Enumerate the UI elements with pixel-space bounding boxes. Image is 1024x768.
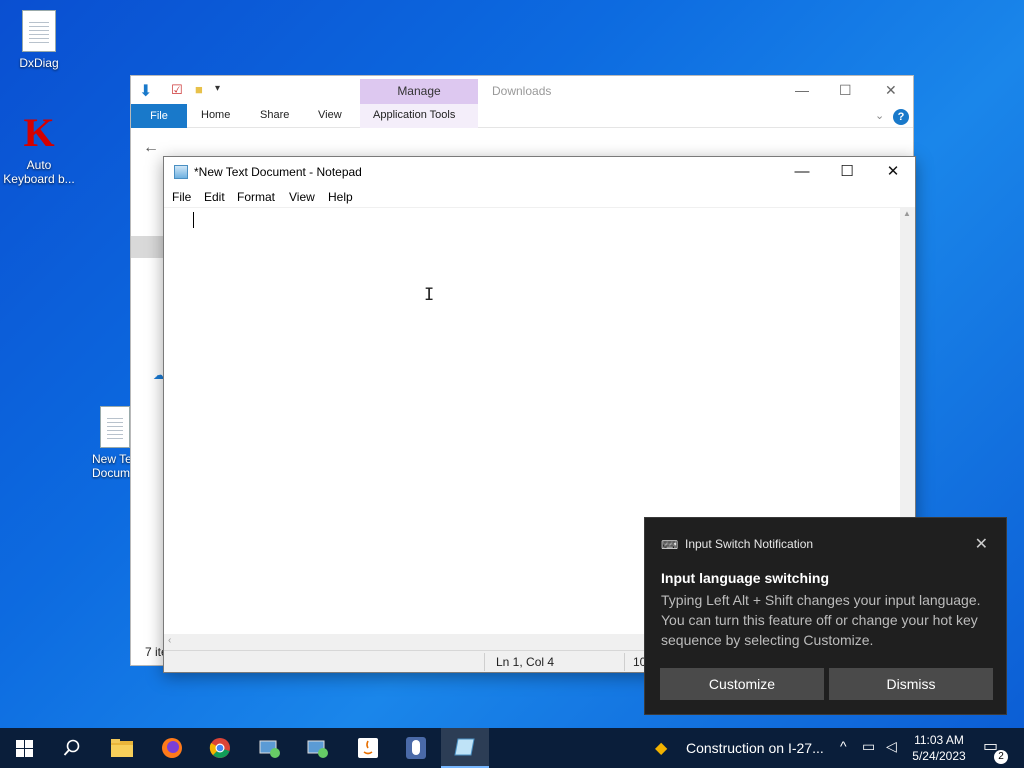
notepad-titlebar: *New Text Document - Notepad — ☐ ✕ bbox=[164, 157, 915, 187]
close-icon[interactable]: ✕ bbox=[975, 534, 988, 554]
tab-application-tools[interactable]: Application Tools bbox=[373, 109, 455, 121]
text-caret bbox=[193, 212, 194, 228]
dropdown-icon[interactable]: ▾ bbox=[215, 83, 220, 94]
clock-date: 5/24/2023 bbox=[912, 749, 966, 763]
start-icon[interactable] bbox=[0, 728, 48, 768]
chevron-down-icon[interactable]: ⌄ bbox=[875, 109, 884, 122]
volume-muted-icon[interactable]: ◁ bbox=[886, 738, 897, 755]
window-title: Downloads bbox=[492, 84, 552, 98]
folder-icon[interactable]: ■ bbox=[195, 82, 203, 97]
desktop-icon-dxdiag[interactable]: DxDiag bbox=[1, 10, 77, 70]
properties-icon[interactable]: ☑ bbox=[171, 82, 183, 98]
close-icon[interactable]: ✕ bbox=[885, 82, 897, 99]
chevron-up-icon[interactable]: ^ bbox=[840, 738, 847, 754]
scroll-left-icon[interactable]: ‹ bbox=[168, 635, 171, 646]
notification-count-badge: 2 bbox=[994, 750, 1008, 764]
close-button[interactable]: ✕ bbox=[870, 157, 916, 187]
network-icon[interactable]: ▭ bbox=[862, 738, 875, 755]
back-arrow-icon[interactable]: ← bbox=[143, 139, 159, 157]
notepad-menubar: File Edit Format View Help bbox=[164, 187, 915, 207]
weather-news-widget[interactable]: Construction on I-27... bbox=[686, 740, 824, 756]
desktop-icon-label: Auto Keyboard b... bbox=[3, 158, 75, 186]
tab-view[interactable]: View bbox=[318, 109, 342, 121]
minimize-icon[interactable]: — bbox=[795, 82, 809, 98]
scroll-up-icon[interactable]: ▲ bbox=[903, 209, 911, 218]
taskbar: ◆ Construction on I-27... ^ ▭ ◁ 11:03 AM… bbox=[0, 728, 1024, 768]
keyboard-icon: ⌨ bbox=[661, 538, 679, 552]
file-explorer-icon[interactable] bbox=[98, 728, 146, 768]
menu-view[interactable]: View bbox=[289, 190, 315, 204]
tab-home[interactable]: Home bbox=[201, 109, 230, 121]
maximize-icon[interactable]: ☐ bbox=[839, 82, 852, 99]
document-icon bbox=[22, 10, 56, 52]
search-icon[interactable] bbox=[48, 728, 96, 768]
minimize-button[interactable]: — bbox=[779, 157, 825, 187]
desktop-icon-label: DxDiag bbox=[19, 56, 59, 70]
tab-file[interactable]: File bbox=[131, 104, 187, 128]
tab-manage[interactable]: Manage bbox=[360, 79, 478, 104]
app-icon[interactable] bbox=[246, 728, 294, 768]
menu-format[interactable]: Format bbox=[237, 190, 275, 204]
explorer-ribbon: File Home Share View Application Tools ⌄ bbox=[131, 104, 913, 128]
notepad-icon bbox=[174, 165, 188, 179]
dismiss-button[interactable]: Dismiss bbox=[829, 668, 993, 700]
clock-time: 11:03 AM bbox=[914, 733, 964, 747]
construction-warning-icon[interactable]: ◆ bbox=[655, 738, 667, 758]
help-icon[interactable]: ? bbox=[893, 109, 909, 125]
notification-app-name: Input Switch Notification bbox=[685, 537, 814, 551]
document-icon bbox=[100, 406, 130, 448]
menu-file[interactable]: File bbox=[172, 190, 191, 204]
desktop-icon-auto-keyboard[interactable]: K Auto Keyboard b... bbox=[1, 110, 77, 187]
menu-help[interactable]: Help bbox=[328, 190, 353, 204]
menu-edit[interactable]: Edit bbox=[204, 190, 225, 204]
desktop-icon-label: New Te Docum bbox=[92, 452, 132, 480]
mouse-icon[interactable] bbox=[392, 728, 440, 768]
customize-button[interactable]: Customize bbox=[660, 668, 824, 700]
cursor-position: Ln 1, Col 4 bbox=[496, 655, 555, 669]
tab-share[interactable]: Share bbox=[260, 109, 289, 121]
k-logo-icon: K bbox=[23, 110, 55, 155]
firefox-icon[interactable] bbox=[148, 728, 196, 768]
input-switch-notification[interactable]: ⌨ Input Switch Notification ✕ Input lang… bbox=[644, 517, 1007, 715]
nav-selected-item bbox=[131, 236, 165, 258]
notepad-icon[interactable] bbox=[441, 728, 489, 768]
notification-body: Typing Left Alt + Shift changes your inp… bbox=[661, 592, 981, 648]
notification-heading: Input language switching bbox=[661, 570, 829, 586]
desktop-icon-new-text-document[interactable]: New Te Docum bbox=[78, 406, 138, 480]
notepad-title: *New Text Document - Notepad bbox=[194, 165, 362, 179]
maximize-button[interactable]: ☐ bbox=[824, 157, 870, 187]
system-clock[interactable]: 11:03 AM 5/24/2023 bbox=[906, 732, 972, 764]
ibeam-cursor-icon: I bbox=[424, 285, 435, 305]
chrome-icon[interactable] bbox=[196, 728, 244, 768]
app-icon[interactable] bbox=[294, 728, 342, 768]
down-arrow-icon[interactable]: ⬇ bbox=[139, 81, 152, 101]
java-icon[interactable] bbox=[344, 728, 392, 768]
explorer-titlebar: ⬇ ☑ ■ ▾ Manage Downloads — ☐ ✕ bbox=[131, 76, 913, 104]
